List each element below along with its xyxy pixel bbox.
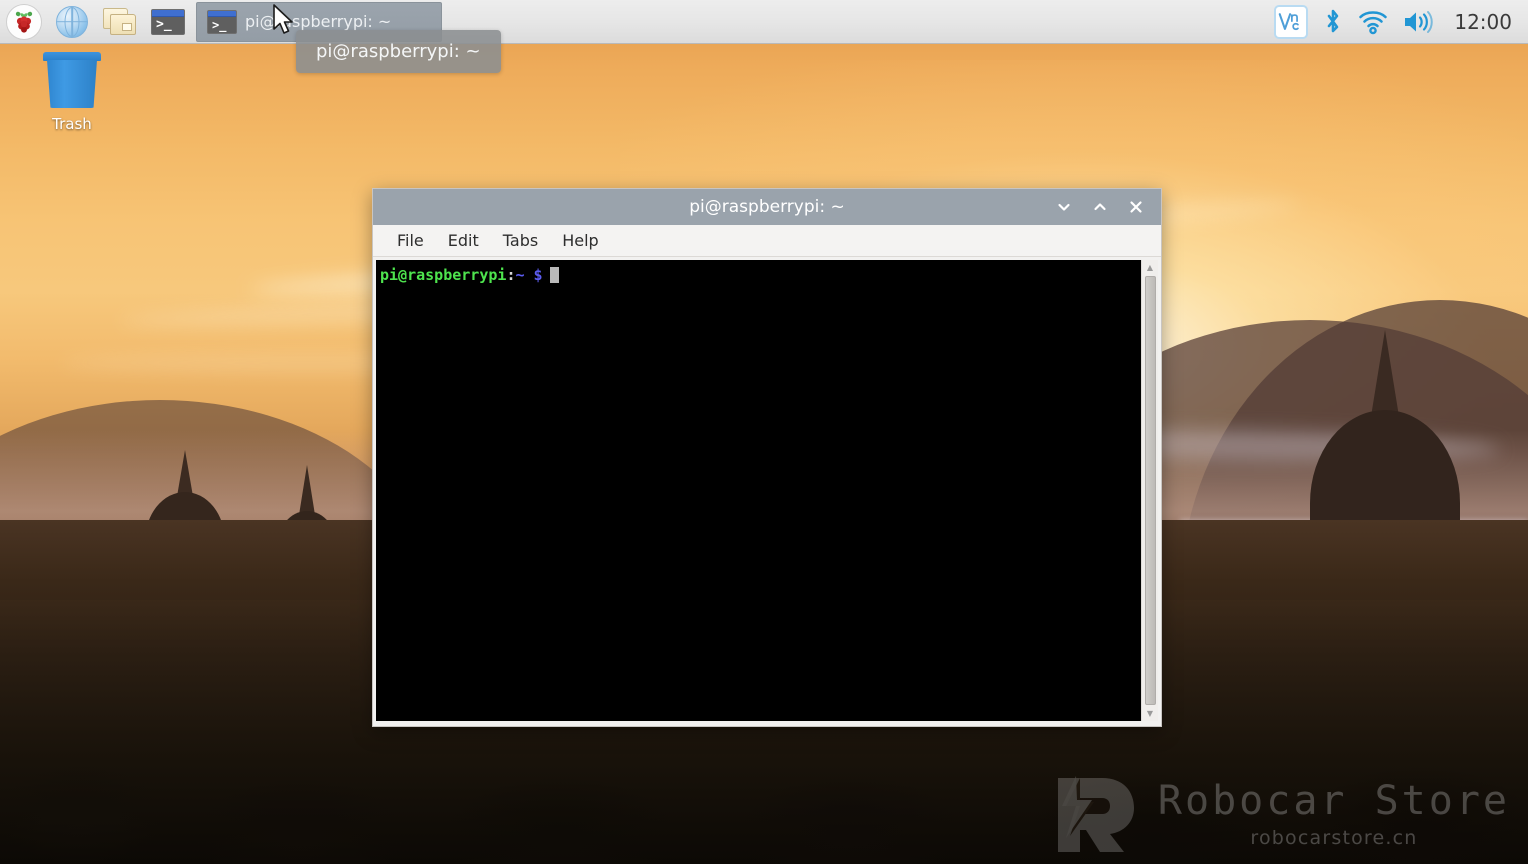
terminal-screen[interactable]: pi@raspberrypi: ~ $ — [376, 260, 1141, 721]
globe-icon — [56, 5, 88, 38]
launcher-raspberry-menu[interactable] — [0, 0, 48, 44]
trash-icon — [43, 52, 101, 108]
window-titlebar[interactable]: pi@raspberrypi: ~ — [373, 189, 1161, 225]
desktop-icon-label: Trash — [52, 115, 92, 133]
taskbar: >_ >_ pi@raspberrypi: ~ 12:00 — [0, 0, 1528, 44]
clock[interactable]: 12:00 — [1454, 10, 1512, 34]
launcher-terminal[interactable]: >_ — [144, 0, 192, 44]
raspberry-logo-icon — [15, 11, 33, 33]
wifi-signal-icon — [1359, 10, 1388, 34]
task-button-label: pi@raspberrypi: ~ — [245, 12, 392, 31]
vnc-logo-icon — [1279, 12, 1300, 30]
window-title: pi@raspberrypi: ~ — [689, 197, 845, 217]
menu-item-edit[interactable]: Edit — [438, 228, 489, 253]
wifi-icon[interactable] — [1358, 9, 1388, 35]
menu-item-help[interactable]: Help — [552, 228, 608, 253]
maximize-button[interactable] — [1091, 198, 1109, 216]
taskbar-tooltip: pi@raspberrypi: ~ — [296, 30, 501, 73]
chevron-up-icon — [1094, 203, 1106, 211]
terminal-cursor — [549, 267, 559, 283]
chevron-down-icon — [1058, 203, 1070, 211]
terminal-window[interactable]: pi@raspberrypi: ~ File Edit Tabs Help pi… — [372, 188, 1162, 727]
terminal-body: pi@raspberrypi: ~ $ ▲ ▼ — [373, 257, 1161, 726]
terminal-scrollbar[interactable]: ▲ ▼ — [1141, 260, 1158, 721]
launcher-file-manager[interactable] — [96, 0, 144, 44]
raspberry-icon — [6, 3, 42, 40]
prompt-path: ~ — [515, 266, 525, 284]
minimize-button[interactable] — [1055, 198, 1073, 216]
scrollbar-thumb[interactable] — [1144, 276, 1156, 705]
prompt-colon: : — [506, 266, 516, 284]
vnc-icon[interactable] — [1274, 4, 1309, 39]
prompt-sigil: $ — [533, 266, 543, 284]
bluetooth-icon[interactable] — [1322, 7, 1344, 37]
menu-item-file[interactable]: File — [387, 228, 434, 253]
desktop-icon-trash[interactable]: Trash — [26, 52, 118, 133]
volume-icon[interactable] — [1402, 9, 1434, 35]
close-button[interactable] — [1127, 198, 1145, 216]
menubar: File Edit Tabs Help — [373, 225, 1161, 257]
close-icon — [1130, 201, 1142, 213]
prompt-user-host: pi@raspberrypi — [380, 266, 507, 284]
terminal-icon: >_ — [151, 8, 185, 35]
terminal-prompt-line: pi@raspberrypi: ~ $ — [380, 266, 1137, 284]
terminal-icon: >_ — [207, 9, 237, 34]
launcher-web-browser[interactable] — [48, 0, 96, 44]
system-tray: 12:00 — [1274, 4, 1528, 39]
desktop-screen: Robocar Store robocarstore.cn Trash pi@r… — [0, 0, 1528, 864]
scroll-down-button[interactable]: ▼ — [1142, 706, 1159, 721]
folder-icon — [103, 7, 137, 36]
speaker-icon — [1405, 10, 1434, 33]
scroll-up-button[interactable]: ▲ — [1142, 260, 1159, 275]
bluetooth-glyph-icon — [1328, 9, 1339, 32]
menu-item-tabs[interactable]: Tabs — [493, 228, 548, 253]
